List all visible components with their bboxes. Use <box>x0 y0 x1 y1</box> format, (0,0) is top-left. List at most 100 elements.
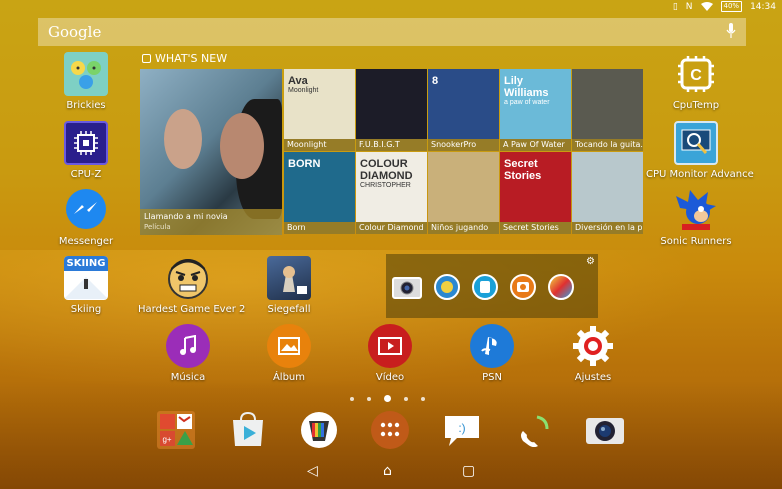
tile-artwork <box>428 152 499 222</box>
app-siegefall[interactable]: Siegefall <box>239 256 339 315</box>
whats-new-tile[interactable]: Niños jugando <box>428 152 499 234</box>
skiing-title: SKIING <box>64 256 108 271</box>
camera-mode-icon[interactable] <box>510 274 536 300</box>
siegefall-icon <box>267 256 311 300</box>
camera-icon[interactable] <box>392 277 422 299</box>
page-dot[interactable] <box>367 396 371 401</box>
google-logo: Google <box>48 23 102 41</box>
page-dot[interactable] <box>350 396 354 401</box>
nfc-icon: N <box>685 1 693 12</box>
gear-icon[interactable]: ⚙ <box>586 256 595 267</box>
app-label: Messenger <box>58 236 114 247</box>
film-icon <box>368 324 412 368</box>
tile-label: SnookerPro <box>428 139 499 151</box>
app-album[interactable]: Álbum <box>239 324 339 383</box>
svg-text:C: C <box>690 67 702 84</box>
chip-icon <box>64 121 108 165</box>
camera-mode-icon[interactable] <box>434 274 460 300</box>
play-store-icon[interactable] <box>228 410 268 450</box>
whats-new-tile[interactable]: COLOUR DIAMOND CHRISTOPHER Colour Diamond <box>356 152 427 234</box>
google-search-bar[interactable]: Google <box>38 18 746 46</box>
app-sonic-runners[interactable]: Sonic Runners <box>646 188 746 247</box>
page-dot[interactable] <box>421 396 425 401</box>
messenger-icon <box>64 188 108 232</box>
app-psn[interactable]: PSN <box>442 324 542 383</box>
featured-caption: Llamando a mi novia Película <box>140 209 282 235</box>
back-button[interactable]: ◁ <box>307 463 318 479</box>
whats-new-tile[interactable]: 8 SnookerPro <box>428 69 499 151</box>
vibrate-icon: ▯ <box>672 1 678 12</box>
camera-apps-widget: ⚙ <box>386 254 598 318</box>
app-label: Ajustes <box>574 372 612 383</box>
page-dot-active[interactable] <box>384 395 391 402</box>
app-hardest-game-ever-2[interactable]: Hardest Game Ever 2 <box>138 256 245 315</box>
microphone-icon[interactable] <box>726 23 736 39</box>
camera-mode-icon[interactable] <box>472 274 498 300</box>
tile-label: F.U.B.I.G.T <box>356 139 427 151</box>
whats-new-tile[interactable]: Tocando la guita. <box>572 69 643 151</box>
whats-new-featured[interactable]: Llamando a mi novia Película <box>140 69 282 235</box>
battery-indicator: 40% <box>720 1 743 12</box>
whats-new-tile[interactable]: Diversión en la pl. <box>572 152 643 234</box>
app-label: Siegefall <box>267 304 311 315</box>
tile-label: A Paw Of Water <box>500 139 571 151</box>
whats-new-tile[interactable]: Ava Moonlight Moonlight <box>284 69 355 151</box>
tile-art-subtext: Moonlight <box>288 87 319 94</box>
camera-dock-icon[interactable] <box>585 410 625 450</box>
camera-mode-icon[interactable] <box>548 274 574 300</box>
app-label: CPU-Z <box>70 169 102 180</box>
whats-new-icon <box>142 54 151 63</box>
tile-label: Secret Stories <box>500 222 571 234</box>
app-messenger[interactable]: Messenger <box>36 188 136 247</box>
app-label: CpuTemp <box>672 100 720 111</box>
app-label: CPU Monitor Advance <box>646 169 754 180</box>
music-note-icon <box>166 324 210 368</box>
app-video[interactable]: Vídeo <box>340 324 440 383</box>
app-skiing[interactable]: SKIING Skiing <box>36 256 136 315</box>
playstation-icon <box>470 324 514 368</box>
whats-new-tile[interactable]: Lily Williams a paw of water A Paw Of Wate… <box>500 69 571 151</box>
app-drawer-button[interactable] <box>370 410 410 450</box>
tile-artwork <box>572 69 643 139</box>
phone-icon[interactable] <box>514 410 554 450</box>
tile-artwork: BORN <box>284 152 355 222</box>
tile-art-text: 8 <box>432 75 439 87</box>
messaging-icon[interactable]: :) <box>442 410 482 450</box>
tile-label: Born <box>284 222 355 234</box>
cputemp-icon: C <box>674 52 718 96</box>
tile-art-text: Secret Stories <box>504 158 542 182</box>
app-cpu-z[interactable]: CPU-Z <box>36 121 136 180</box>
app-brickies[interactable]: Brickies <box>36 52 136 111</box>
tile-label: Diversión en la pl. <box>572 222 643 234</box>
app-musica[interactable]: Música <box>138 324 238 383</box>
tile-artwork: 8 <box>428 69 499 139</box>
whats-new-title: WHAT'S NEW <box>155 52 228 65</box>
tile-art-text: BORN <box>288 158 321 170</box>
whats-new-header[interactable]: WHAT'S NEW <box>142 52 227 65</box>
tile-label: Tocando la guita. <box>572 139 643 151</box>
app-ajustes[interactable]: Ajustes <box>543 324 643 383</box>
whats-new-tile[interactable]: F.U.B.I.G.T <box>356 69 427 151</box>
google-apps-folder[interactable]: g+ <box>156 410 196 450</box>
angry-face-icon <box>166 256 210 300</box>
whats-new-tile[interactable]: BORN Born <box>284 152 355 234</box>
app-label: Sonic Runners <box>660 236 732 247</box>
featured-art-face <box>164 109 202 169</box>
clock: 14:34 <box>750 1 776 12</box>
tile-artwork: Ava Moonlight <box>284 69 355 139</box>
app-label: PSN <box>482 372 502 383</box>
whats-new-tile[interactable]: Secret Stories Secret Stories <box>500 152 571 234</box>
page-dot[interactable] <box>404 396 408 401</box>
app-cpu-monitor-advance[interactable]: CPU Monitor Advance <box>646 121 754 180</box>
status-bar: ▯ N 40% 14:34 <box>0 0 782 14</box>
recents-button[interactable]: ▢ <box>462 463 475 479</box>
app-cputemp[interactable]: C CpuTemp <box>646 52 746 111</box>
tile-label: Niños jugando <box>428 222 499 234</box>
app-label: Álbum <box>272 372 306 383</box>
photo-icon <box>267 324 311 368</box>
page-indicator[interactable] <box>350 395 425 402</box>
tile-art-text: Ava <box>288 75 308 87</box>
sketch-app-icon[interactable] <box>299 410 339 450</box>
tile-art-subtext: a paw of water <box>504 99 550 106</box>
home-button[interactable]: ⌂ <box>383 463 392 479</box>
